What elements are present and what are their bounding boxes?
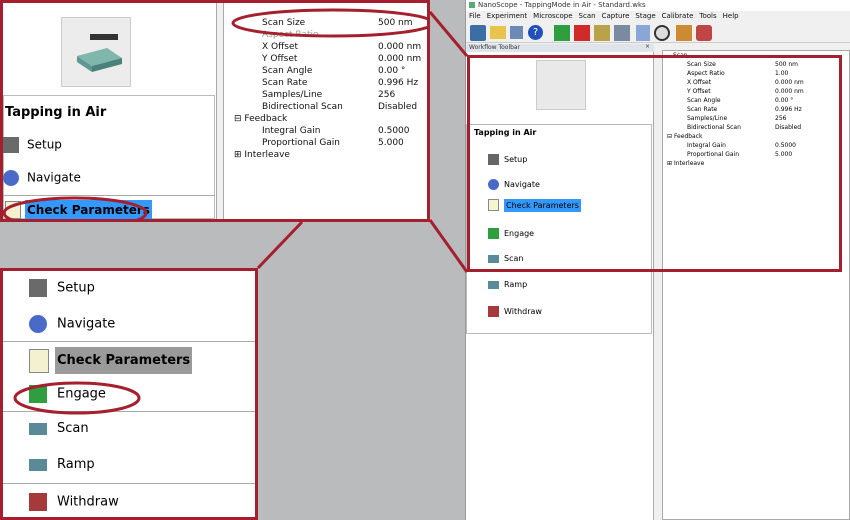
connector-line	[428, 219, 469, 273]
title-bar: NanoScope - TappingMode in Air - Standar…	[466, 0, 850, 11]
menu-stage[interactable]: Stage	[635, 12, 655, 20]
realtime-icon[interactable]	[470, 25, 486, 41]
pen-icon[interactable]	[636, 25, 650, 41]
menu-file[interactable]: File	[469, 12, 481, 20]
menu-capture[interactable]: Capture	[602, 12, 630, 20]
check-parameters-ellipse	[3, 196, 148, 219]
window-title: NanoScope - TappingMode in Air - Standar…	[478, 1, 646, 9]
engage-icon[interactable]	[554, 25, 570, 41]
camera-icon[interactable]	[654, 25, 670, 41]
menu-microscope[interactable]: Microscope	[533, 12, 572, 20]
callout-ellipses	[3, 8, 427, 219]
connector-line	[428, 11, 469, 57]
wf-ramp[interactable]: Ramp	[488, 280, 527, 289]
menu-tools[interactable]: Tools	[699, 12, 716, 20]
save-icon[interactable]	[510, 26, 523, 39]
workflow-toolbar-label: Workflow Toolbar	[469, 44, 521, 51]
withdraw-icon	[488, 306, 499, 317]
ramp-icon	[488, 280, 499, 289]
tools-icon[interactable]	[696, 25, 712, 41]
tip-icon[interactable]	[594, 25, 610, 41]
help-icon[interactable]: ?	[528, 25, 543, 40]
menu-help[interactable]: Help	[723, 12, 739, 20]
main-toolbar: ?	[466, 23, 850, 43]
zoom-inset-top: Tapping in Air Setup Navigate Check Para…	[0, 0, 430, 222]
menu-experiment[interactable]: Experiment	[487, 12, 527, 20]
callout-ellipses	[13, 381, 141, 415]
stage-icon[interactable]	[614, 25, 630, 41]
menu-calibrate[interactable]: Calibrate	[662, 12, 694, 20]
menu-bar: File Experiment Microscope Scan Capture Stage…	[469, 12, 745, 22]
scan-size-ellipse	[231, 8, 427, 38]
workflow-toolbar-header: Workflow Toolbar ×	[466, 43, 654, 52]
connector-line	[256, 220, 304, 270]
highlight-box-right	[467, 55, 842, 272]
menu-scan[interactable]: Scan	[579, 12, 596, 20]
open-folder-icon[interactable]	[490, 26, 506, 39]
withdraw-icon[interactable]	[574, 25, 590, 41]
wf-withdraw[interactable]: Withdraw	[488, 306, 542, 317]
app-icon	[469, 2, 475, 8]
close-icon[interactable]: ×	[645, 43, 650, 50]
zoom-inset-bottom: Setup Navigate Check Parameters Engage S…	[0, 268, 258, 520]
ruler-icon[interactable]	[676, 25, 692, 41]
engage-ellipse	[13, 381, 141, 415]
